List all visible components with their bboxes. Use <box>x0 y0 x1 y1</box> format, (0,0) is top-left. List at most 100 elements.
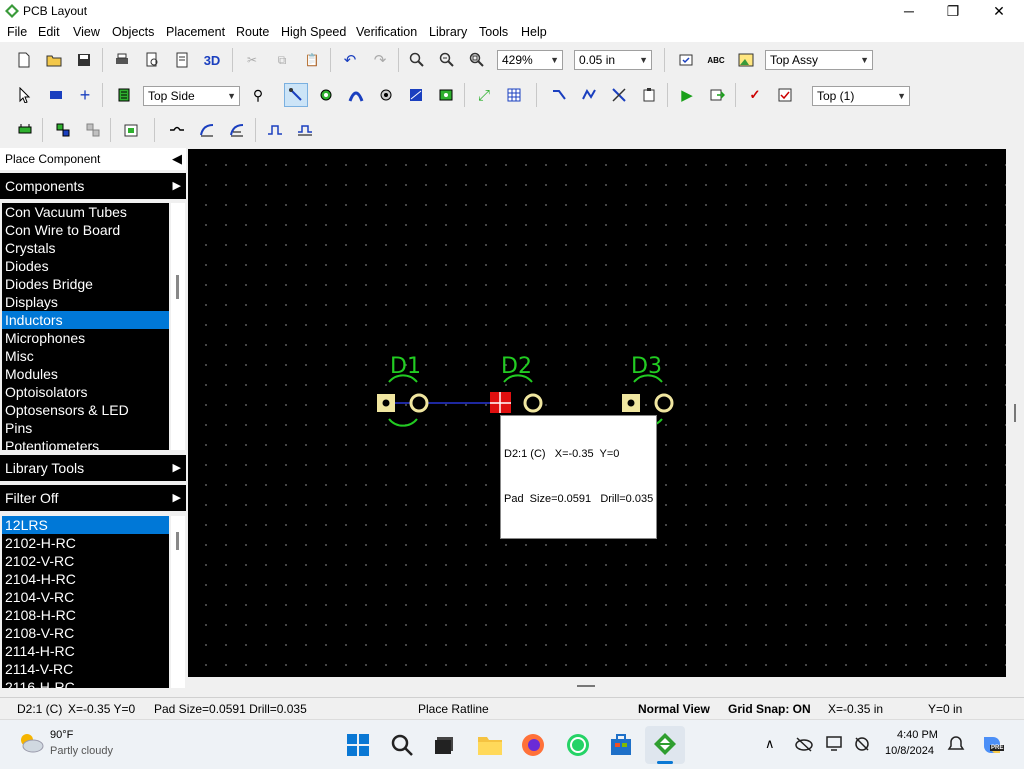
vertical-scrollbar[interactable] <box>1006 149 1024 677</box>
find-binoculars-icon[interactable]: ⚲ <box>246 83 270 107</box>
search-icon[interactable] <box>390 733 414 757</box>
pcb-canvas[interactable]: D1 D2 D3 D2:1 (C) X=-0.35 Y=0 Pad Size=0… <box>188 149 1006 677</box>
group-icon[interactable] <box>51 118 75 142</box>
list-item[interactable]: 2108-H-RC <box>2 606 169 624</box>
copilot-icon[interactable]: PRE <box>980 733 1005 757</box>
paste-icon[interactable]: 📋 <box>300 48 324 72</box>
list-item[interactable]: Misc <box>2 347 169 365</box>
zoom-in-icon[interactable] <box>405 48 429 72</box>
list-item[interactable]: Optoisolators <box>2 383 169 401</box>
part-list[interactable]: 12LRS 2102-H-RC 2102-V-RC 2104-H-RC 2104… <box>2 516 169 688</box>
microsoft-store-icon[interactable] <box>609 733 633 757</box>
collapse-panel-icon[interactable]: ◀ <box>172 151 182 167</box>
menu-help[interactable]: Help <box>521 25 547 39</box>
list-item-selected[interactable]: Inductors <box>2 311 169 329</box>
list-item-selected[interactable]: 12LRS <box>2 516 169 534</box>
weather-cloud-icon[interactable] <box>18 731 44 755</box>
layer-select[interactable]: Top (1) ▼ <box>812 86 910 106</box>
network-icon[interactable] <box>853 735 871 753</box>
scroll-thumb[interactable] <box>176 275 179 299</box>
taskbar-active-app[interactable] <box>645 726 685 764</box>
list-item[interactable]: 2102-V-RC <box>2 552 169 570</box>
save-icon[interactable] <box>72 48 96 72</box>
list-item[interactable]: Optosensors & LED <box>2 401 169 419</box>
list-item[interactable]: Pins <box>2 419 169 437</box>
run-drc-icon[interactable]: ▶ <box>675 83 699 107</box>
arc-tool-2-icon[interactable] <box>225 118 249 142</box>
ungroup-icon[interactable] <box>81 118 105 142</box>
image-icon[interactable] <box>734 48 758 72</box>
place-component-icon[interactable] <box>44 83 68 107</box>
scroll-thumb[interactable] <box>577 685 595 687</box>
list-item[interactable]: 2108-V-RC <box>2 624 169 642</box>
firefox-icon[interactable] <box>521 733 545 757</box>
grid-table-icon[interactable] <box>502 83 526 107</box>
status-view[interactable]: Normal View <box>638 702 710 716</box>
menu-route[interactable]: Route <box>236 25 269 39</box>
list-item[interactable]: 2102-H-RC <box>2 534 169 552</box>
zoom-fit-icon[interactable] <box>465 48 489 72</box>
scroll-thumb[interactable] <box>176 532 179 550</box>
copy-icon[interactable]: ⧉ <box>270 48 294 72</box>
task-view-icon[interactable] <box>433 734 457 756</box>
ratline-icon[interactable] <box>547 83 571 107</box>
part-scrollbar[interactable] <box>171 516 185 688</box>
undo-icon[interactable]: ↶ <box>338 48 362 72</box>
clock-date[interactable]: 10/8/2024 <box>885 745 934 757</box>
side-select[interactable]: Top Side ▼ <box>143 86 240 106</box>
clock-time[interactable]: 4:40 PM <box>897 729 938 741</box>
copper-pour-icon[interactable] <box>404 83 428 107</box>
list-item[interactable]: Displays <box>2 293 169 311</box>
route-trace-icon[interactable] <box>284 83 308 107</box>
pulse-icon[interactable] <box>263 118 287 142</box>
crosshair-icon[interactable]: + <box>73 83 97 107</box>
print-icon[interactable] <box>110 48 134 72</box>
file-explorer-icon[interactable] <box>477 733 503 757</box>
list-item[interactable]: Con Vacuum Tubes <box>2 203 169 221</box>
scroll-thumb[interactable] <box>1014 404 1016 422</box>
grid-select[interactable]: 0.05 in ▼ <box>574 50 652 70</box>
list-item[interactable]: 2114-V-RC <box>2 660 169 678</box>
menu-library[interactable]: Library <box>429 25 467 39</box>
jumper-icon[interactable] <box>165 118 189 142</box>
menu-edit[interactable]: Edit <box>38 25 60 39</box>
filter-header[interactable]: Filter Off ▶ <box>0 485 186 511</box>
assembly-view-select[interactable]: Top Assy ▼ <box>765 50 873 70</box>
zoom-out-icon[interactable] <box>435 48 459 72</box>
dimension-icon[interactable]: ⤢ <box>472 83 496 107</box>
drc-check-icon[interactable]: ✓ <box>743 83 767 107</box>
d3-round-pad[interactable] <box>654 393 674 413</box>
close-button[interactable]: ✕ <box>976 0 1022 22</box>
menu-tools[interactable]: Tools <box>479 25 508 39</box>
menu-high-speed[interactable]: High Speed <box>281 25 346 39</box>
list-item[interactable]: 2114-H-RC <box>2 642 169 660</box>
print-preview-icon[interactable] <box>140 48 164 72</box>
list-item[interactable]: Con Wire to Board <box>2 221 169 239</box>
category-scrollbar[interactable] <box>171 203 185 450</box>
zoom-select[interactable]: 429% ▼ <box>497 50 563 70</box>
list-item[interactable]: Crystals <box>2 239 169 257</box>
export-icon[interactable] <box>705 83 729 107</box>
net-list-icon[interactable] <box>637 83 661 107</box>
minimize-button[interactable]: ─ <box>886 0 932 22</box>
cloud-offline-icon[interactable] <box>795 736 813 752</box>
report-icon[interactable] <box>170 48 194 72</box>
menu-objects[interactable]: Objects <box>112 25 154 39</box>
notification-bell-icon[interactable] <box>947 735 965 753</box>
via-icon[interactable] <box>314 83 338 107</box>
list-item[interactable]: 2116-H-RC <box>2 678 169 688</box>
d1-round-pad[interactable] <box>409 393 429 413</box>
redo-icon[interactable]: ↷ <box>368 48 392 72</box>
list-item[interactable]: Microphones <box>2 329 169 347</box>
whatsapp-icon[interactable] <box>565 732 591 758</box>
three-d-view-button[interactable]: 3D <box>200 48 224 72</box>
cut-icon[interactable]: ✂ <box>240 48 264 72</box>
library-tools-header[interactable]: Library Tools ▶ <box>0 455 186 481</box>
list-item[interactable]: 2104-V-RC <box>2 588 169 606</box>
pulse-line-icon[interactable] <box>293 118 317 142</box>
list-item[interactable]: Diodes Bridge <box>2 275 169 293</box>
properties-icon[interactable] <box>674 48 698 72</box>
part-properties-icon[interactable] <box>119 118 143 142</box>
pad-icon[interactable] <box>374 83 398 107</box>
layer-icon[interactable] <box>112 83 136 107</box>
